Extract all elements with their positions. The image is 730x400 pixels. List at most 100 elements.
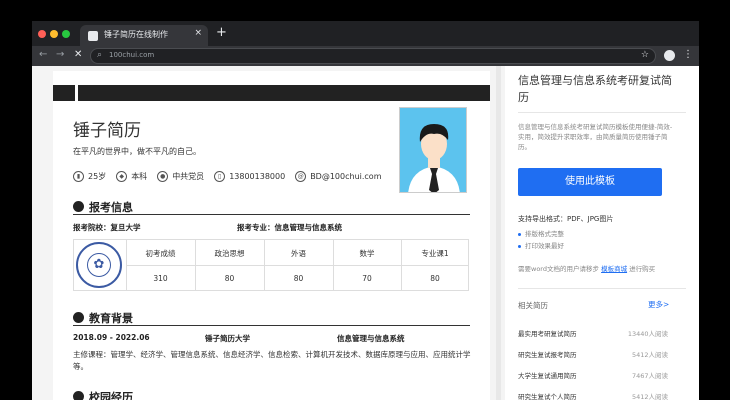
grade-header: 外语: [291, 249, 306, 258]
related-item-name[interactable]: 大学生复试通用简历: [518, 370, 577, 380]
scrollbar[interactable]: [496, 66, 501, 400]
profile-photo: [399, 107, 467, 193]
minimize-window-button[interactable]: [50, 30, 58, 38]
format-item: 排版格式完整: [518, 228, 564, 238]
info-degree: ◆ 本科: [116, 170, 148, 182]
tab-close-icon[interactable]: ×: [194, 28, 202, 38]
grid-line: [126, 265, 468, 266]
grade-value: 80: [293, 274, 304, 283]
info-phone: ▯ 13800138000: [214, 170, 286, 182]
stop-icon[interactable]: ✕: [74, 49, 82, 60]
edu-school: 锤子简历大学: [205, 334, 250, 343]
badge-icon: ●: [157, 170, 169, 182]
info-party: ● 中共党员: [157, 170, 205, 182]
grade-value: 70: [362, 274, 372, 283]
format-item-text: 排版格式完整: [525, 230, 564, 238]
related-item-count: 13440人阅读: [627, 330, 668, 338]
browser-toolbar: ← → ✕ ⌕ 100chui.com ☆ ⋮: [32, 46, 699, 66]
grade-header: 政治思想: [214, 249, 245, 258]
related-title: 相关简历: [518, 301, 548, 310]
maximize-window-button[interactable]: [62, 30, 70, 38]
grades-table: ✿ 初考成绩 政治思想 外语 数学 专业课1 310 80 80 70 80: [73, 239, 469, 291]
university-logo: ✿: [76, 242, 122, 288]
edu-courses: 主修课程：管理学、经济学、管理信息系统、信息经济学、信息检索、计算机开发技术、数…: [73, 350, 471, 371]
grade-header: 专业课1: [421, 249, 449, 258]
education-section-icon: [73, 312, 84, 323]
active-tab[interactable]: 锤子简历在线制作 ×: [80, 25, 208, 46]
related-item-name[interactable]: 研究生复试报考简历: [518, 349, 577, 359]
menu-kebab-icon[interactable]: ⋮: [683, 49, 693, 60]
bullet-icon: [518, 244, 521, 248]
edu-major: 信息管理与信息系统: [337, 334, 405, 343]
word-helper-text: 需要word文档的用户请移步 模板商城 进行购买: [518, 263, 655, 273]
related-item-name[interactable]: 最实用考研复试简历: [518, 328, 577, 338]
resume-preview: 锤子简历 在平凡的世界中，做不平凡的自己。 ▮ 25岁 ◆ 本科 ● 中共党员 …: [53, 71, 490, 400]
favicon-icon: [88, 31, 98, 41]
section-exam-title: 报考信息: [73, 199, 470, 215]
phone-icon: ▯: [214, 170, 226, 182]
helper-suffix: 进行购买: [629, 265, 656, 273]
exam-major: 报考专业：信息管理与信息系统: [237, 223, 342, 232]
personal-info-row: ▮ 25岁 ◆ 本科 ● 中共党员 ▯ 13800138000 @ BD@100…: [73, 169, 392, 183]
search-icon: ⌕: [97, 50, 103, 60]
info-email-text: BD@100chui.com: [310, 171, 382, 181]
close-window-button[interactable]: [38, 30, 46, 38]
browser-window: 锤子简历在线制作 × + ← → ✕ ⌕ 100chui.com ☆ ⋮ 锤子简…: [32, 21, 699, 400]
info-degree-text: 本科: [131, 171, 148, 181]
related-item[interactable]: 研究生复试报考简历 5412人阅读: [518, 349, 668, 361]
section-campus-title: 校园经历: [73, 389, 470, 400]
avatar-illustration: [400, 108, 466, 192]
section-edu-text: 教育背景: [89, 311, 133, 325]
format-item-text: 打印效果最好: [525, 242, 564, 250]
use-template-button[interactable]: 使用此模板: [518, 168, 662, 196]
new-tab-button[interactable]: +: [216, 26, 227, 40]
grade-header: 初考成绩: [145, 249, 176, 258]
section-campus-text: 校园经历: [89, 390, 133, 400]
grade-header: 数学: [359, 249, 375, 258]
related-item[interactable]: 大学生复试通用简历 7467人阅读: [518, 370, 668, 382]
export-formats: 支持导出格式：PDF、JPG图片: [518, 215, 614, 223]
section-edu-title: 教育背景: [73, 310, 470, 326]
forward-icon[interactable]: →: [56, 49, 64, 60]
resume-header-bar: [53, 85, 490, 101]
header-bar-gap: [75, 85, 78, 101]
related-item-count: 5412人阅读: [631, 393, 668, 400]
related-item[interactable]: 最实用考研复试简历 13440人阅读: [518, 328, 668, 340]
section-exam-text: 报考信息: [89, 200, 133, 214]
divider: [518, 288, 686, 289]
page-content: 锤子简历 在平凡的世界中，做不平凡的自己。 ▮ 25岁 ◆ 本科 ● 中共党员 …: [32, 66, 699, 400]
exam-section-icon: [73, 201, 84, 212]
grade-value: 310: [153, 274, 168, 283]
address-bar[interactable]: ⌕ 100chui.com ☆: [90, 48, 656, 64]
exam-school: 报考院校：复旦大学: [73, 223, 141, 232]
template-description: 信息管理与信息系统考研复试简历模板使用便捷-简效-实用，简效提升求职效率，由简质…: [518, 123, 673, 151]
info-email: @ BD@100chui.com: [295, 170, 382, 182]
back-icon[interactable]: ←: [39, 49, 47, 60]
url-text: 100chui.com: [109, 51, 155, 59]
info-age-text: 25岁: [88, 171, 107, 181]
info-phone-text: 13800138000: [229, 171, 286, 181]
grade-value: 80: [224, 274, 235, 283]
related-item-count: 5412人阅读: [631, 351, 668, 359]
graduation-icon: ◆: [116, 170, 128, 182]
related-item[interactable]: 研究生复试个人简历 5412人阅读: [518, 391, 668, 400]
campus-section-icon: [73, 391, 84, 400]
related-item-name[interactable]: 研究生复试个人简历: [518, 391, 577, 400]
info-age: ▮ 25岁: [73, 170, 107, 182]
profile-avatar-icon[interactable]: [664, 50, 675, 61]
edu-period: 2018.09 - 2022.06: [73, 333, 150, 342]
template-sidebar: 信息管理与信息系统考研复试简历 信息管理与信息系统考研复试简历模板使用便捷-简效…: [505, 66, 699, 400]
format-item: 打印效果最好: [518, 240, 564, 250]
mail-icon: @: [295, 170, 307, 182]
related-item-count: 7467人阅读: [631, 372, 668, 380]
tab-title: 锤子简历在线制作: [104, 30, 168, 39]
tab-strip: 锤子简历在线制作 × +: [32, 21, 699, 46]
template-store-link[interactable]: 模板商城: [601, 265, 627, 273]
bookmark-star-icon[interactable]: ☆: [641, 50, 649, 60]
resume-tagline: 在平凡的世界中，做不平凡的自己。: [73, 147, 201, 156]
related-more-link[interactable]: 更多>: [648, 299, 669, 310]
divider: [518, 112, 686, 113]
university-seal-icon: ✿: [87, 253, 111, 277]
info-party-text: 中共党员: [172, 171, 205, 181]
resume-name: 锤子简历: [73, 121, 141, 141]
